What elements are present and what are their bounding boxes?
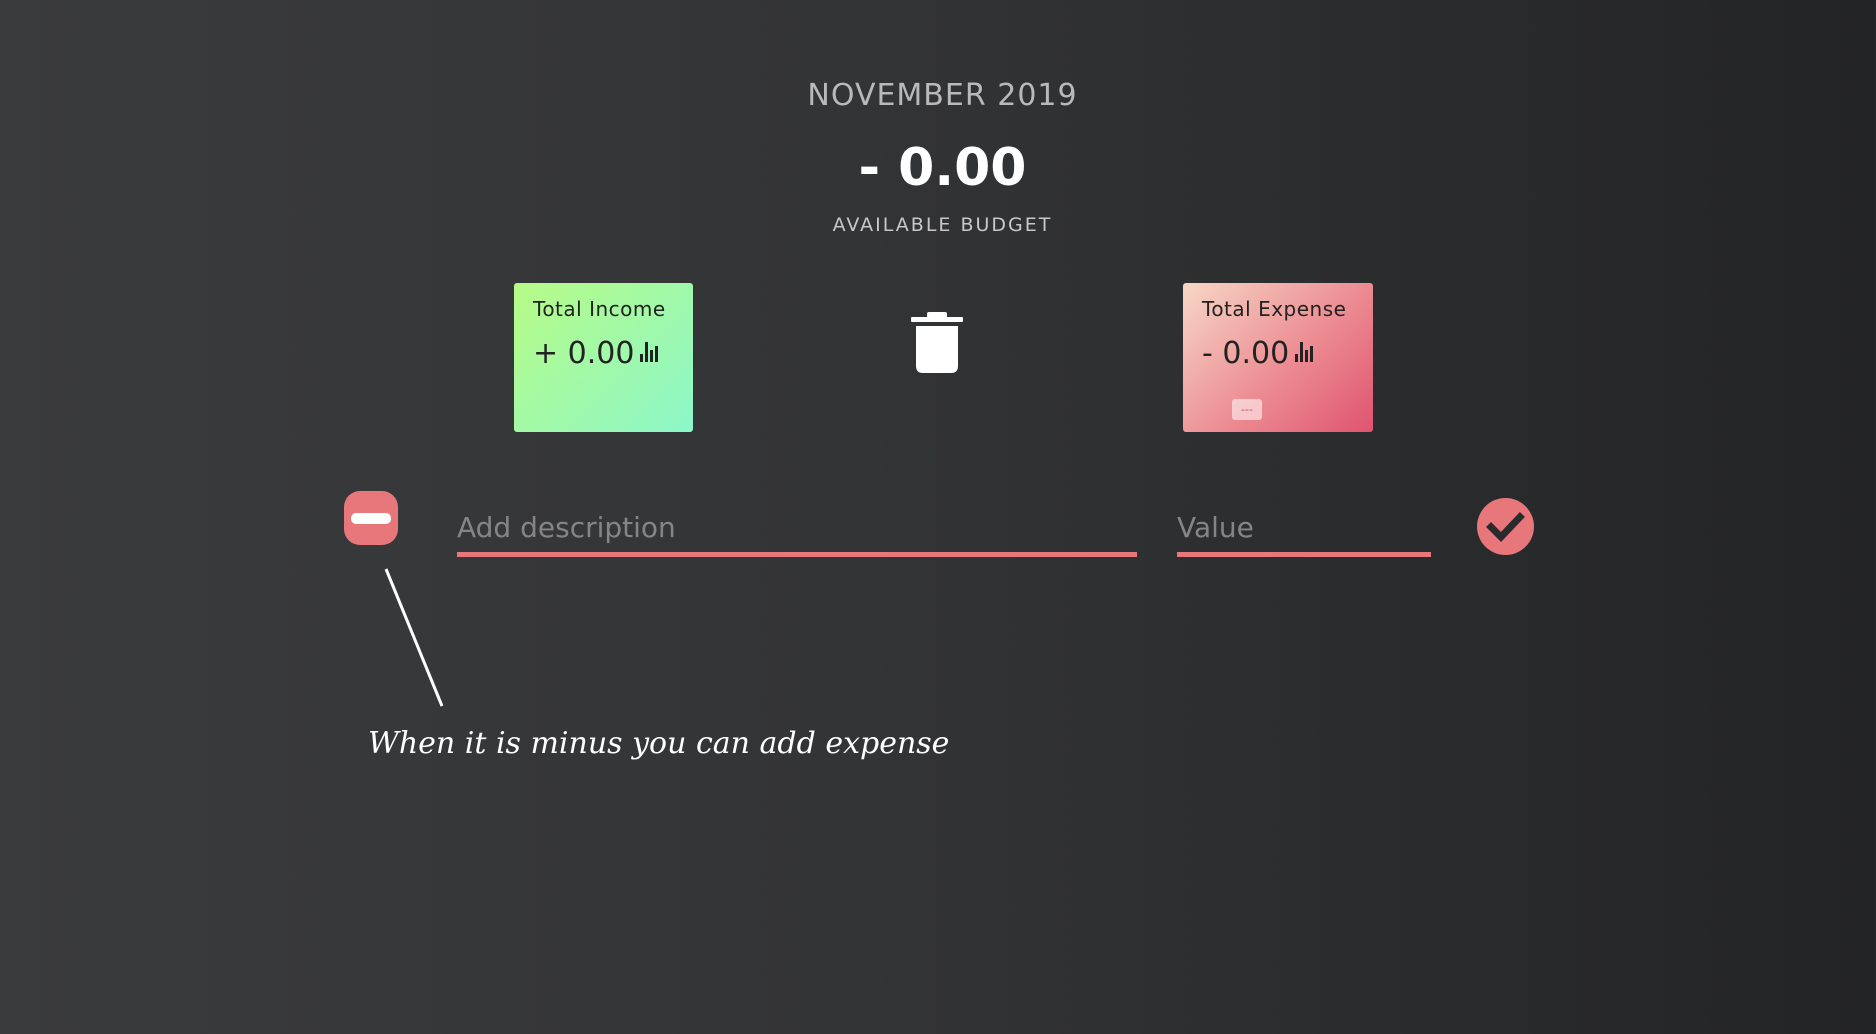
check-icon xyxy=(1486,512,1525,543)
month-title: NOVEMBER 2019 xyxy=(807,78,1078,113)
annotation-text: When it is minus you can add expense xyxy=(368,726,950,761)
add-item-button[interactable] xyxy=(1477,498,1534,555)
available-budget-value: - 0.00 xyxy=(858,138,1027,198)
value-input[interactable] xyxy=(1177,503,1431,557)
trash-icon[interactable] xyxy=(911,312,963,374)
total-expense-title: Total Expense xyxy=(1202,297,1347,321)
income-expense-toggle-button[interactable] xyxy=(344,491,398,545)
total-income-card: Total Income + 0.00 xyxy=(514,283,693,432)
bar-chart-icon[interactable] xyxy=(1295,340,1315,362)
available-budget-label: AVAILABLE BUDGET xyxy=(832,214,1053,236)
total-expense-value: - 0.00 xyxy=(1202,336,1290,371)
total-income-value: + 0.00 xyxy=(533,336,635,371)
minus-icon xyxy=(351,513,391,524)
total-income-title: Total Income xyxy=(533,297,666,321)
expense-percentage-badge: --- xyxy=(1232,399,1262,420)
total-expense-card: Total Expense - 0.00 --- xyxy=(1183,283,1373,432)
description-input[interactable] xyxy=(457,503,1137,557)
bar-chart-icon[interactable] xyxy=(640,340,660,362)
